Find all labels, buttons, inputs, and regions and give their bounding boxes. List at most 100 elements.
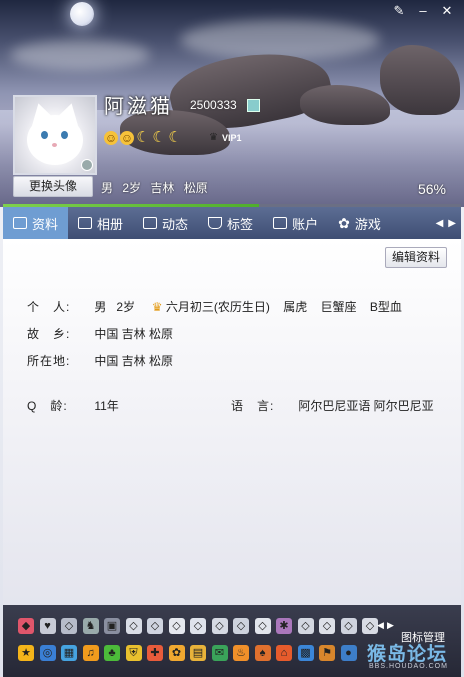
tab-account[interactable]: 账户 (263, 207, 328, 239)
tab-label: 动态 (162, 216, 189, 232)
sport-icon[interactable]: ⚑ (319, 645, 335, 661)
diamond-icon[interactable]: ◇ (340, 618, 357, 634)
diamond-icon[interactable]: ◇ (297, 618, 314, 634)
qage-value: 11年 (94, 399, 119, 413)
skin-icon[interactable]: ✎ (388, 2, 410, 20)
mail-icon[interactable]: ✉ (211, 645, 228, 661)
diamond-icon[interactable]: ◇ (254, 618, 271, 634)
diamond-icon[interactable]: ◇ (233, 618, 249, 634)
moon-level-icon: ☾ (136, 129, 150, 146)
cat-face (27, 115, 83, 165)
hometown-label: 故 乡: (27, 327, 71, 341)
moon-level-icon: ☾ (152, 129, 166, 146)
app-icon[interactable]: ▦ (61, 645, 77, 661)
game-icon[interactable]: ♠ (254, 645, 271, 661)
tab-games[interactable]: ✿ 游戏 (328, 207, 391, 239)
moon-level-icon: ☾ (168, 129, 182, 146)
music-icon[interactable]: ♫ (82, 645, 99, 661)
profile-card-icon (13, 217, 27, 229)
pet2-icon[interactable]: ✿ (168, 645, 185, 661)
avatar[interactable] (13, 95, 97, 175)
icon-toolbar: ◆ ♥ ◇ ♞ ▣ ◇ ◇ ◇ ◇ ◇ ◇ ◇ ✱ ◇ ◇ ◇ ◇ ★ ◎ ▦ ♫ ♣ ⛨ ✚ ✿ ▤ ✉ ♨ ♠ ⌂ ▩ ⚑ ● ◀ ▶ 图… (3, 605, 461, 677)
gear-icon[interactable]: ✱ (276, 618, 292, 634)
hometown-value: 中国 吉林 松原 (94, 327, 174, 341)
tab-profile[interactable]: 资料 (3, 207, 69, 239)
gem-icon[interactable]: ◆ (18, 618, 34, 634)
watermark-url: BBS.HOUDAO.COM (369, 663, 448, 670)
tab-scroll: ◀ ▶ (436, 207, 461, 239)
level-icons: ☺ ☺ ☾ ☾ ☾ (104, 129, 182, 146)
photo-icon[interactable]: ▩ (297, 645, 314, 661)
birthday: 六月初三(农历生日) (165, 300, 270, 314)
residence-label: 所在地: (27, 354, 71, 368)
change-avatar-button[interactable]: 更换头像 (13, 176, 93, 197)
arrow-right-icon[interactable]: ▶ (448, 218, 456, 229)
basic-info: 男 2岁 吉林 松原 (101, 179, 208, 196)
window-controls: ✎ – ✕ (388, 2, 458, 20)
shield-icon[interactable]: ⛨ (125, 645, 142, 661)
diamond-icon[interactable]: ◇ (190, 618, 206, 634)
arrow-left-icon[interactable]: ◀ (436, 218, 444, 229)
diamond-icon[interactable]: ◇ (362, 618, 378, 634)
guard-icon[interactable]: ✚ (147, 645, 163, 661)
rock-decoration (300, 85, 390, 125)
minimize-icon[interactable]: – (412, 2, 434, 20)
qage-label: Q 龄: (27, 399, 68, 413)
profile-completion: 56% (417, 181, 446, 197)
feed-icon (143, 217, 158, 229)
cat-eye (61, 131, 68, 139)
clover-icon[interactable]: ♣ (104, 645, 120, 661)
diamond-icon[interactable]: ◇ (319, 618, 335, 634)
qq-icon[interactable]: ● (340, 645, 357, 661)
tab-label: 账户 (292, 216, 319, 232)
watermark: 猴岛论坛 (367, 644, 448, 665)
qq-number: 2500333 (190, 98, 237, 112)
language-label: 语 言: (231, 399, 275, 413)
tab-label: 标签 (227, 216, 254, 232)
cake-icon[interactable]: ♨ (233, 645, 249, 661)
profile-details: 编辑资料 个 人: 男 2岁 ♛ 六月初三(农历生日) 属虎 巨蟹座 B型血 故… (3, 239, 461, 605)
diamond-icon[interactable]: ◇ (125, 618, 142, 634)
qzone-icon[interactable]: ◎ (39, 645, 56, 661)
rock-decoration (380, 45, 460, 115)
pet-icon[interactable]: ♞ (82, 618, 99, 634)
moon-decoration (70, 2, 94, 26)
personal-label: 个 人: (27, 300, 71, 314)
avatar-badge-icon (81, 159, 93, 171)
tag-icon (208, 217, 223, 229)
qage-row: Q 龄: 11年 (27, 397, 119, 414)
house-icon[interactable]: ⌂ (276, 645, 292, 661)
diamond-icon[interactable]: ◇ (168, 618, 185, 634)
profile-cover: ✎ – ✕ 阿滋猫 2500333 ☺ ☺ ☾ ☾ ☾ ♛ VIP1 更换头像 … (0, 0, 464, 207)
residence-value: 中国 吉林 松原 (94, 354, 174, 368)
cloud-decoration (10, 40, 150, 70)
diamond-icon[interactable]: ◇ (147, 618, 163, 634)
cat-nose (52, 143, 57, 147)
tab-feed[interactable]: 动态 (133, 207, 198, 239)
tab-album[interactable]: 相册 (68, 207, 133, 239)
personal-row: 个 人: 男 2岁 ♛ 六月初三(农历生日) 属虎 巨蟹座 B型血 (27, 298, 402, 315)
arrow-right-icon[interactable]: ▶ (387, 620, 394, 631)
arrow-left-icon[interactable]: ◀ (377, 620, 384, 631)
close-icon[interactable]: ✕ (436, 2, 458, 20)
tab-label: 资料 (32, 216, 59, 232)
album-icon (78, 217, 93, 229)
edit-profile-button[interactable]: 编辑资料 (385, 247, 447, 268)
tab-bar: 资料 相册 动态 标签 账户 ✿ 游戏 ◀ ▶ (3, 207, 461, 239)
tab-tags[interactable]: 标签 (198, 207, 263, 239)
star-icon[interactable]: ★ (18, 645, 34, 661)
sun-level-icon: ☺ (104, 131, 118, 145)
language-value: 阿尔巴尼亚语 阿尔巴尼亚 (298, 399, 434, 413)
diamond-icon[interactable]: ◇ (61, 618, 77, 634)
wallet-icon[interactable]: ▤ (190, 645, 206, 661)
profile-window: ✎ – ✕ 阿滋猫 2500333 ☺ ☺ ☾ ☾ ☾ ♛ VIP1 更换头像 … (0, 0, 464, 677)
qq-level-icon (247, 99, 260, 112)
computer-icon[interactable]: ▣ (104, 618, 120, 634)
location: 吉林 松原 (150, 181, 208, 195)
heart-icon[interactable]: ♥ (39, 618, 56, 634)
diamond-icon[interactable]: ◇ (211, 618, 228, 634)
residence-row: 所在地: 中国 吉林 松原 (27, 352, 173, 369)
nickname: 阿滋猫 (104, 96, 173, 118)
game-icon: ✿ (338, 214, 350, 231)
cat-eye (41, 131, 48, 139)
